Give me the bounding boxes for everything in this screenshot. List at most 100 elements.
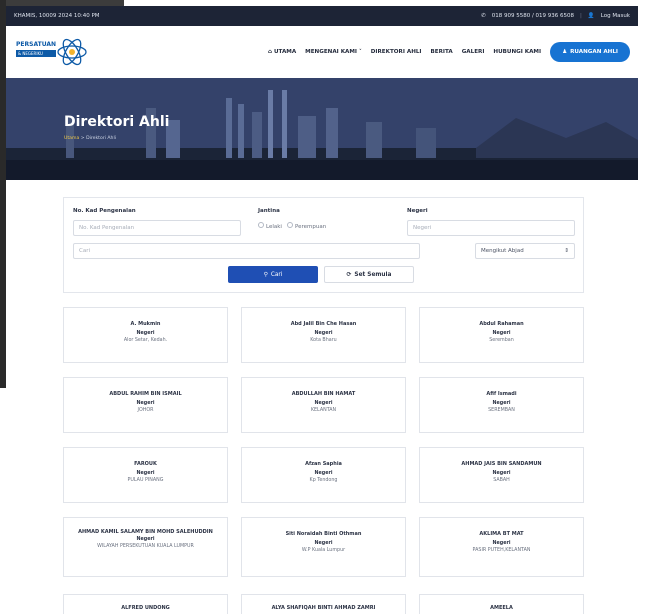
member-state-label: Negeri	[136, 331, 155, 336]
member-card[interactable]: Abdul Rahaman Negeri Seremban	[419, 307, 584, 363]
nav-item-galeri[interactable]: GALERI	[462, 49, 485, 55]
reset-button[interactable]: ⟳ Set Semula	[324, 266, 414, 283]
member-state-label: Negeri	[136, 471, 155, 476]
member-name: Siti Noraidah Binti Othman	[285, 531, 362, 537]
phone-number[interactable]: 018 909 5580 / 019 936 6508	[492, 13, 574, 19]
nav-item-berita[interactable]: BERITA	[431, 49, 453, 55]
nav-item-direktori-ahli[interactable]: DIREKTORI AHLI	[371, 49, 422, 55]
member-state: Seremban	[489, 338, 514, 343]
state-input[interactable]: Negeri	[407, 220, 575, 236]
main-nav: ⌂ UTAMA MENGENAI KAMI ˅ DIREKTORI AHLI BE…	[268, 42, 630, 62]
search-button[interactable]: ⚲ Cari	[228, 266, 318, 283]
sort-value: Mengikut Abjad	[481, 248, 524, 254]
nav-label-utama: UTAMA	[274, 49, 297, 55]
member-card[interactable]: AMEELA	[419, 594, 584, 614]
divider: |	[580, 13, 582, 19]
member-card[interactable]: Siti Noraidah Binti Othman Negeri W.P Ku…	[241, 517, 406, 577]
member-name: AMEELA	[490, 605, 513, 611]
state-label: Negeri	[407, 208, 428, 214]
ic-label: No. Kad Pengenalan	[73, 208, 136, 214]
gender-label: Jantina	[258, 208, 280, 214]
reset-button-label: Set Semula	[354, 271, 392, 278]
home-icon: ⌂	[268, 49, 273, 55]
member-state: Kp Tendong	[309, 478, 338, 483]
sort-select[interactable]: Mengikut Abjad ⇕	[475, 243, 575, 259]
member-name: ABDULLAH BIN HAMAT	[291, 391, 356, 397]
member-state: JOHOR	[137, 408, 154, 413]
member-name: AHMAD KAMIL SALAMY BIN MOHD SALEHUDDIN	[78, 529, 213, 535]
page: KHAMIS, 10009 2024 10:40 PM ✆ 018 909 55…	[0, 0, 645, 614]
breadcrumb-home[interactable]: Utama	[64, 136, 79, 141]
member-card[interactable]: Afif Ismadi Negeri SEREMBAN	[419, 377, 584, 433]
member-name: ALFRED UNDONG	[121, 605, 170, 611]
member-name: AKLIMA BT MAT	[479, 531, 524, 537]
member-state-label: Negeri	[136, 401, 155, 406]
member-name: Afif Ismadi	[486, 391, 517, 397]
member-state-label: Negeri	[314, 331, 333, 336]
member-name: Abdul Rahaman	[479, 321, 524, 327]
gender-female-option[interactable]: Perempuan	[286, 222, 327, 230]
member-card[interactable]: ABDULLAH BIN HAMAT Negeri KELANTAN	[241, 377, 406, 433]
member-state: W.P Kuala Lumpur	[301, 548, 346, 553]
member-card[interactable]: ALFRED UNDONG	[63, 594, 228, 614]
member-state-label: Negeri	[492, 401, 511, 406]
member-card[interactable]: ALYA SHAFIQAH BINTI AHMAD ZAMRI	[241, 594, 406, 614]
member-state-label: Negeri	[492, 471, 511, 476]
select-arrows-icon: ⇕	[564, 248, 569, 254]
member-state: Kota Bharu	[310, 338, 337, 343]
member-state: WILAYAH PERSEKUTUAN KUALA LUMPUR	[97, 544, 194, 549]
member-name: ABDUL RAHIM BIN ISMAIL	[109, 391, 182, 397]
reset-icon: ⟳	[346, 271, 352, 278]
logo-line-1: PERSATUAN	[16, 41, 57, 48]
phone-icon: ✆	[481, 13, 486, 19]
gender-male-label: Lelaki	[266, 224, 282, 230]
nav-item-utama[interactable]: ⌂ UTAMA	[268, 49, 296, 55]
member-card[interactable]: AHMAD JAIS BIN SANDAMUN Negeri SABAH	[419, 447, 584, 503]
logo-line-2: & NEGERIKU	[16, 49, 57, 57]
member-state-label: Negeri	[492, 331, 511, 336]
nav-item-hubungi-kami[interactable]: HUBUNGI KAMI	[493, 49, 541, 55]
breadcrumb: Utama > Direktori Ahli	[64, 136, 116, 141]
search-icon: ⚲	[263, 271, 268, 278]
top-bar-right: ✆ 018 909 5580 / 019 936 6508 | 👤 Log Ma…	[481, 13, 630, 19]
page-title: Direktori Ahli	[64, 114, 170, 130]
site-header: PERSATUAN & NEGERIKU ⌂ UTAMA MENGENAI KAM…	[6, 26, 638, 78]
search-button-label: Cari	[270, 271, 283, 278]
ic-number-input[interactable]: No. Kad Pengenalan	[73, 220, 241, 236]
nav-label-mengenai-kami: MENGENAI KAMI	[305, 49, 358, 55]
member-card[interactable]: Abd Jalil Bin Che Hasan Negeri Kota Bhar…	[241, 307, 406, 363]
member-card[interactable]: FAROUK Negeri PULAU PINANG	[63, 447, 228, 503]
member-state-label: Negeri	[314, 401, 333, 406]
breadcrumb-separator: >	[80, 136, 85, 141]
member-area-button[interactable]: ♟ RUANGAN AHLI	[550, 42, 630, 62]
hero-banner: Direktori Ahli Utama > Direktori Ahli	[6, 78, 638, 180]
nav-item-mengenai-kami[interactable]: MENGENAI KAMI ˅	[305, 49, 362, 55]
search-input[interactable]: Cari	[73, 243, 420, 259]
member-card[interactable]: ABDUL RAHIM BIN ISMAIL Negeri JOHOR	[63, 377, 228, 433]
member-card[interactable]: Afzan Saphia Negeri Kp Tendong	[241, 447, 406, 503]
breadcrumb-current: Direktori Ahli	[86, 136, 117, 141]
member-card[interactable]: A. Mukmin Negeri Alor Setar, Kedah.	[63, 307, 228, 363]
member-state-label: Negeri	[314, 541, 333, 546]
logo[interactable]: PERSATUAN & NEGERIKU	[14, 35, 92, 69]
member-state: SEREMBAN	[488, 408, 515, 413]
member-state: SABAH	[493, 478, 510, 483]
users-icon: ♟	[562, 49, 568, 55]
member-state: PASIR PUTEH,KELANTAN	[472, 548, 531, 553]
member-state-label: Negeri	[314, 471, 333, 476]
member-name: ALYA SHAFIQAH BINTI AHMAD ZAMRI	[271, 605, 376, 611]
member-card[interactable]: AHMAD KAMIL SALAMY BIN MOHD SALEHUDDIN N…	[63, 517, 228, 577]
member-name: Abd Jalil Bin Che Hasan	[290, 321, 357, 327]
member-state-label: Negeri	[492, 541, 511, 546]
member-name: AHMAD JAIS BIN SANDAMUN	[461, 461, 542, 467]
radio-male[interactable]	[258, 222, 264, 228]
gender-options: Lelaki Perempuan	[258, 222, 326, 230]
gender-male-option[interactable]: Lelaki	[258, 222, 282, 230]
member-state: KELANTAN	[310, 408, 337, 413]
radio-female[interactable]	[286, 222, 293, 228]
member-name: FAROUK	[134, 461, 157, 467]
member-state: Alor Setar, Kedah.	[123, 338, 168, 343]
login-link[interactable]: Log Masuk	[601, 13, 630, 19]
gender-female-label: Perempuan	[294, 224, 327, 230]
member-card[interactable]: AKLIMA BT MAT Negeri PASIR PUTEH,KELANTA…	[419, 517, 584, 577]
